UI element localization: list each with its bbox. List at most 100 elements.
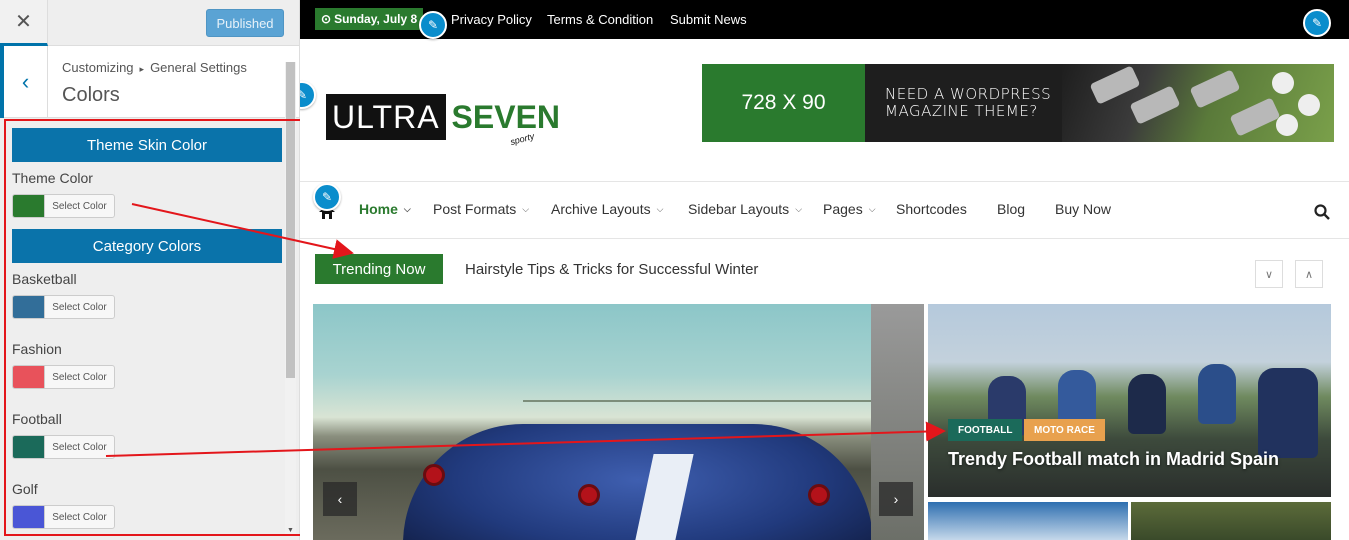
customizer-header: ✕ Published [0,0,299,46]
select-color-label: Select Color [52,511,107,523]
search-icon[interactable] [1314,204,1330,220]
golf-ball-shape [1298,94,1320,116]
color-swatch [13,506,45,528]
cyclist-shape [1128,374,1166,434]
featured-post[interactable]: FOOTBALL MOTO RACE Trendy Football match… [928,304,1331,497]
nav-label: Blog [997,201,1026,217]
chevron-left-icon: ‹ [21,69,30,94]
chevron-down-icon: ⌵ [403,203,411,214]
chevron-down-icon: ⌵ [868,203,876,214]
back-button[interactable]: ‹ [0,46,48,118]
link-terms-condition[interactable]: Terms & Condition [547,12,653,27]
category-badge-moto-race[interactable]: MOTO RACE [1024,419,1105,441]
chevron-down-icon: ⌵ [656,203,664,214]
top-bar: ⊙ Sunday, July 8 Privacy Policy Terms & … [300,0,1349,39]
group-header-category-colors: Category Colors [12,229,282,263]
date-badge: ⊙ Sunday, July 8 [315,8,424,30]
cyclist-shape [1198,364,1236,424]
golf-club-shape [1229,97,1281,137]
football-color-picker[interactable]: Select Color [12,435,115,459]
breadcrumb-separator: ▸ [139,64,145,74]
nav-label: Post Formats [433,201,517,217]
edit-shortcut-icon[interactable]: ✎ [300,81,316,109]
scrollbar-thumb[interactable] [286,62,295,378]
section-header: ‹ Customizing ▸ General Settings Colors [0,46,299,118]
nav-archive-layouts[interactable]: Archive Layouts ⌵ [551,201,663,217]
nav-post-formats[interactable]: Post Formats ⌵ [433,201,529,217]
label-football: Football [12,411,62,427]
link-privacy-policy[interactable]: Privacy Policy [451,12,532,27]
fashion-color-picker[interactable]: Select Color [12,365,115,389]
main-slider[interactable]: ‹ › [313,304,924,540]
theme-color-picker[interactable]: Select Color [12,194,115,218]
chevron-down-icon: ∨ [1264,268,1274,281]
nav-shortcodes[interactable]: Shortcodes [896,201,967,217]
car-light [578,484,600,506]
slider-prev-button[interactable]: ‹ [323,482,357,516]
edit-shortcut-icon[interactable]: ✎ [1303,9,1331,37]
label-basketball: Basketball [12,271,77,287]
ad-banner[interactable]: 728 X 90 NEED A WORDPRESS MAGAZINE THEME… [702,64,1334,142]
color-swatch [13,195,45,217]
label-theme-color: Theme Color [12,170,93,186]
edit-shortcut-icon[interactable]: ✎ [313,183,341,211]
logo-word-seven: SEVEN [451,99,561,135]
select-color-label: Select Color [52,371,107,383]
nav-buy-now[interactable]: Buy Now [1055,201,1111,217]
post-thumbnail[interactable] [1131,502,1331,540]
cyclist-shape [1258,368,1318,458]
nav-sidebar-layouts[interactable]: Sidebar Layouts ⌵ [688,201,802,217]
post-thumbnail[interactable] [928,502,1128,540]
date-text: Sunday, July 8 [334,12,418,26]
color-swatch [13,436,45,458]
ad-size-label: 728 X 90 [702,64,865,142]
ad-line-2: MAGAZINE THEME? [885,102,1038,120]
golf-club-shape [1089,65,1141,105]
edit-shortcut-icon[interactable]: ✎ [419,11,447,39]
color-swatch [13,366,45,388]
chevron-down-icon: ⌵ [522,203,530,214]
scroll-down-icon[interactable]: ▼ [287,527,294,534]
label-fashion: Fashion [12,341,62,357]
ticker-up-button[interactable]: ∧ [1295,260,1323,288]
panel-scrollbar[interactable]: ▼ [285,62,296,536]
controls-panel: Theme Skin Color Theme Color Select Colo… [0,118,299,540]
ad-text: NEED A WORDPRESS MAGAZINE THEME? [885,86,1051,120]
site-logo[interactable]: ULTRA SEVEN sporty [326,94,566,147]
color-swatch [13,296,45,318]
nav-blog[interactable]: Blog [997,201,1025,217]
nav-label: Buy Now [1055,201,1112,217]
golf-ball-shape [1272,72,1294,94]
main-nav: Home ⌵ Post Formats ⌵ Archive Layouts ⌵ Sid… [300,181,1349,239]
breadcrumb-general-settings: General Settings [150,60,247,75]
nav-label: Pages [823,201,863,217]
slider-next-button[interactable]: › [879,482,913,516]
featured-title[interactable]: Trendy Football match in Madrid Spain [948,449,1279,470]
nav-label: Shortcodes [896,201,967,217]
publish-button[interactable]: Published [206,9,284,37]
category-badge-football[interactable]: FOOTBALL [948,419,1023,441]
close-button[interactable]: ✕ [0,0,48,46]
select-color-label: Select Color [52,301,107,313]
nav-label: Home [359,201,398,217]
ticker-down-button[interactable]: ∨ [1255,260,1283,288]
customizer-sidebar: ✕ Published ‹ Customizing ▸ General Settin… [0,0,300,540]
link-submit-news[interactable]: Submit News [670,12,747,27]
logo-word-ultra: ULTRA [326,94,446,140]
chevron-left-icon: ‹ [337,491,343,507]
section-title: Colors [62,84,120,106]
nav-pages[interactable]: Pages ⌵ [823,201,876,217]
chevron-down-icon: ⌵ [795,203,803,214]
group-header-theme-skin: Theme Skin Color [12,128,282,162]
trending-label: Trending Now [315,254,443,284]
trending-headline[interactable]: Hairstyle Tips & Tricks for Successful W… [465,261,758,278]
golf-color-picker[interactable]: Select Color [12,505,115,529]
golf-club-shape [1129,85,1181,125]
breadcrumb-customizing: Customizing [62,60,134,75]
basketball-color-picker[interactable]: Select Color [12,295,115,319]
label-golf: Golf [12,481,38,497]
nav-home[interactable]: Home ⌵ [359,201,411,217]
nav-label: Archive Layouts [551,201,651,217]
car-light [808,484,830,506]
select-color-label: Select Color [52,200,107,212]
